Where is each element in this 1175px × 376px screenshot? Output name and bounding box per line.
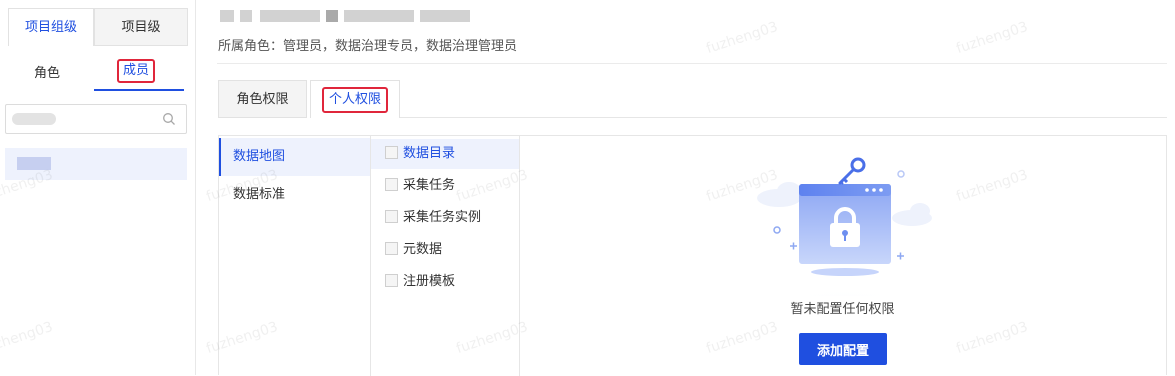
permission-item-register-template[interactable]: 注册模板 <box>371 267 519 297</box>
tab-personal-permissions[interactable]: 个人权限 <box>310 80 400 118</box>
permission-item-data-catalog[interactable]: 数据目录 <box>371 139 519 169</box>
blurred-member-name <box>17 157 51 170</box>
divider <box>217 63 1167 64</box>
blurred-user-text <box>326 10 338 22</box>
empty-state: 暂未配置任何权限 添加配置 <box>519 136 1166 376</box>
blurred-user-text <box>420 10 470 22</box>
left-panel: 项目组级 项目级 角色 成员 <box>0 0 196 375</box>
watermark-text: fuzheng03 <box>704 18 780 58</box>
tab-member[interactable]: 成员 <box>117 59 156 83</box>
add-config-button[interactable]: 添加配置 <box>799 333 887 365</box>
permission-item-collect-task-instance[interactable]: 采集任务实例 <box>371 203 519 233</box>
checkbox[interactable] <box>385 178 398 191</box>
tab-role-permissions[interactable]: 角色权限 <box>218 80 307 118</box>
divider <box>400 117 1167 118</box>
watermark-text: fuzheng03 <box>954 18 1030 58</box>
tab-role[interactable]: 角色 <box>34 62 60 81</box>
checkbox[interactable] <box>385 146 398 159</box>
empty-state-message: 暂未配置任何权限 <box>790 302 895 317</box>
role-member-tabs: 角色 成员 <box>0 52 195 92</box>
category-item-data-map[interactable]: 数据地图 <box>219 138 370 176</box>
member-search-input[interactable] <box>5 104 187 134</box>
checkbox[interactable] <box>385 274 398 287</box>
blurred-search-text <box>12 113 56 125</box>
level-tabs: 项目组级 项目级 <box>8 8 188 46</box>
member-list-item[interactable] <box>5 148 187 180</box>
blurred-user-text <box>260 10 320 22</box>
category-list: 数据地图 数据标准 <box>219 136 371 376</box>
blurred-user-text <box>344 10 414 22</box>
empty-permission-illustration <box>739 157 949 296</box>
permission-item-label: 注册模板 <box>403 274 456 289</box>
permission-item-label: 采集任务实例 <box>403 210 482 225</box>
permission-item-label: 元数据 <box>403 242 443 257</box>
search-icon[interactable] <box>162 112 176 126</box>
permission-item-metadata[interactable]: 元数据 <box>371 235 519 265</box>
permission-item-collect-task[interactable]: 采集任务 <box>371 171 519 201</box>
blurred-user-text <box>220 10 234 22</box>
active-tab-underline <box>94 89 184 91</box>
permission-item-list: 数据目录 采集任务 采集任务实例 元数据 注册模板 <box>371 136 520 376</box>
permission-panel: 数据地图 数据标准 数据目录 采集任务 采集任务实例 元数据 注册模板 暂未配置… <box>218 135 1167 376</box>
tab-personal-permissions-label: 个人权限 <box>321 86 388 113</box>
user-roles-text: 所属角色：管理员，数据治理专员，数据治理管理员 <box>218 39 518 54</box>
checkbox[interactable] <box>385 210 398 223</box>
tab-project-level[interactable]: 项目级 <box>94 8 188 46</box>
checkbox[interactable] <box>385 242 398 255</box>
permission-item-label: 数据目录 <box>403 146 456 161</box>
category-item-data-standard[interactable]: 数据标准 <box>219 176 370 214</box>
permission-item-label: 采集任务 <box>403 178 456 193</box>
blurred-user-text <box>240 10 252 22</box>
tab-project-group-level[interactable]: 项目组级 <box>8 8 94 46</box>
